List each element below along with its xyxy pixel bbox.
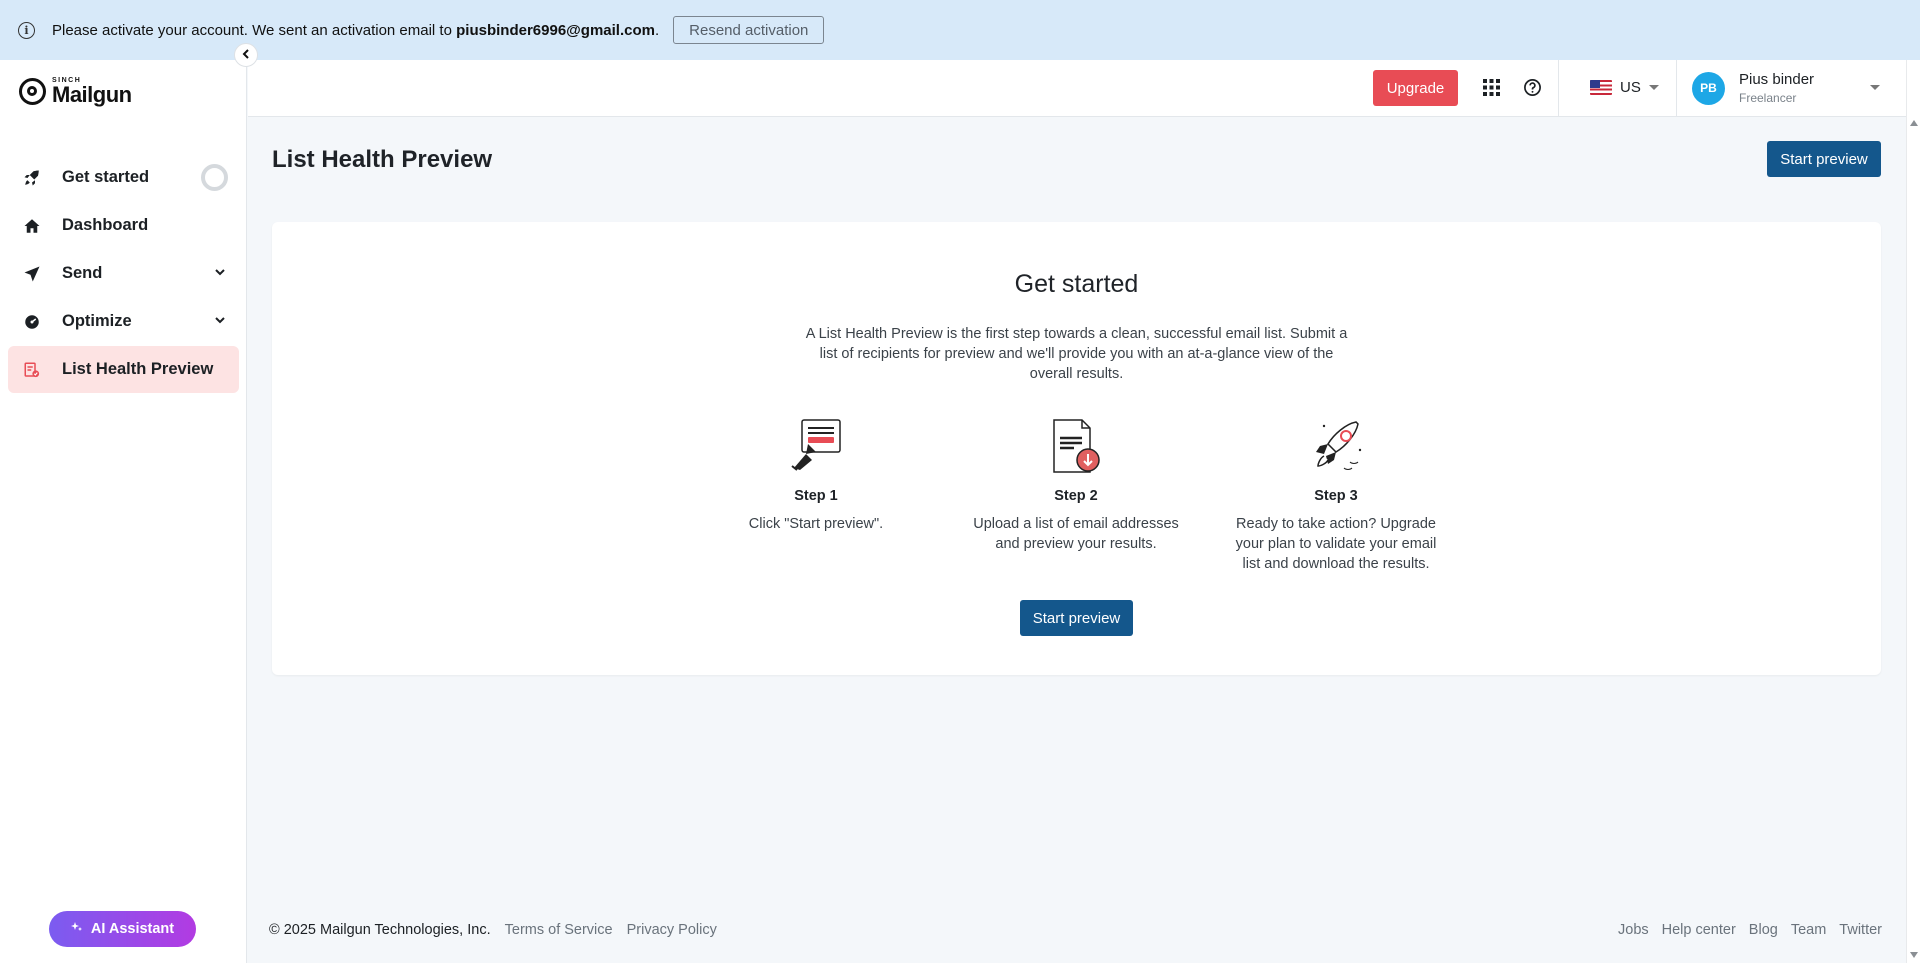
step-1: Step 1 Click "Start preview". (706, 412, 926, 534)
banner-message: Please activate your account. We sent an… (52, 22, 659, 39)
list-health-icon (22, 360, 42, 380)
caret-down-icon (1648, 85, 1659, 90)
topbar-divider (1676, 60, 1677, 117)
sidebar: SINCH Mailgun Get started Dashboard Send (0, 60, 247, 963)
scroll-down-icon[interactable] (1910, 952, 1918, 958)
user-menu[interactable]: PB Pius binder Freelancer (1692, 71, 1814, 105)
start-preview-button[interactable]: Start preview (1767, 141, 1881, 177)
step-name: Step 3 (1314, 488, 1358, 504)
get-started-card: Get started A List Health Preview is the… (272, 222, 1881, 675)
terms-link[interactable]: Terms of Service (505, 922, 613, 938)
upgrade-button[interactable]: Upgrade (1373, 70, 1458, 106)
copyright: © 2025 Mailgun Technologies, Inc. (269, 922, 491, 938)
user-name: Pius binder (1739, 71, 1815, 88)
sidebar-item-list-health-preview[interactable]: List Health Preview (8, 346, 239, 393)
chevron-left-icon (241, 46, 251, 64)
sidebar-item-optimize[interactable]: Optimize (8, 298, 239, 345)
step-description: Upload a list of email addresses and pre… (973, 516, 1179, 552)
collapse-sidebar-button[interactable] (234, 43, 258, 67)
privacy-link[interactable]: Privacy Policy (627, 922, 717, 938)
ai-assistant-button[interactable]: AI Assistant (49, 911, 196, 947)
mailgun-logo-icon (19, 77, 46, 105)
resend-activation-button[interactable]: Resend activation (673, 16, 825, 44)
step-description: Click "Start preview". (748, 516, 884, 532)
card-description: A List Health Preview is the first step … (805, 326, 1348, 382)
user-menu-caret-icon[interactable] (1870, 85, 1880, 90)
us-flag-icon (1590, 80, 1612, 95)
sidebar-item-label: Get started (62, 168, 150, 186)
send-icon (22, 264, 42, 284)
ai-assistant-label: AI Assistant (90, 921, 175, 937)
help-center-link[interactable]: Help center (1662, 922, 1736, 938)
jobs-link[interactable]: Jobs (1618, 922, 1649, 938)
blog-link[interactable]: Blog (1749, 922, 1778, 938)
upload-document-icon (966, 412, 1186, 476)
user-plan: Freelancer (1739, 91, 1797, 105)
step-3: Step 3 Ready to take action? Upgrade you… (1226, 412, 1446, 574)
start-preview-button-card[interactable]: Start preview (1020, 600, 1133, 636)
region-label: US (1620, 79, 1641, 96)
home-icon (22, 216, 42, 236)
twitter-link[interactable]: Twitter (1839, 922, 1882, 938)
top-bar: Upgrade US PB Pius binder Freelancer (248, 60, 1906, 117)
chevron-down-icon[interactable] (213, 265, 227, 284)
chevron-down-icon[interactable] (213, 313, 227, 332)
sparkle-icon (70, 921, 83, 937)
team-link[interactable]: Team (1791, 922, 1826, 938)
page-title: List Health Preview (272, 146, 493, 173)
sidebar-nav: Get started Dashboard Send Optimize List… (8, 154, 239, 394)
sidebar-item-get-started[interactable]: Get started (8, 154, 239, 201)
click-illustration-icon (706, 412, 926, 476)
sidebar-item-label: Send (62, 264, 103, 282)
info-icon: i (18, 21, 35, 39)
step-description: Ready to take action? Upgrade your plan … (1235, 516, 1437, 572)
progress-ring-icon (201, 164, 228, 191)
banner-text: Please activate your account. We sent an… (52, 21, 452, 39)
apps-grid-icon[interactable] (1483, 79, 1500, 101)
banner-email: piusbinder6996@gmail.com (456, 21, 655, 39)
sidebar-item-dashboard[interactable]: Dashboard (8, 202, 239, 249)
scroll-up-icon[interactable] (1910, 120, 1918, 126)
rocket-icon (22, 168, 42, 188)
activation-banner: i Please activate your account. We sent … (0, 0, 1920, 60)
step-name: Step 1 (794, 488, 838, 504)
sidebar-item-send[interactable]: Send (8, 250, 239, 297)
region-selector[interactable]: US (1590, 79, 1659, 96)
help-icon[interactable] (1523, 78, 1542, 102)
banner-period: . (654, 21, 660, 39)
card-title: Get started (1014, 270, 1139, 298)
mailgun-logo[interactable]: SINCH Mailgun (19, 76, 132, 106)
step-name: Step 2 (1054, 488, 1098, 504)
optimize-icon (22, 312, 42, 332)
scrollbar[interactable] (1906, 60, 1920, 963)
rocket-launch-icon (1226, 412, 1446, 476)
footer-right: Jobs Help center Blog Team Twitter (1618, 922, 1882, 938)
topbar-divider (1558, 60, 1559, 117)
footer-left: © 2025 Mailgun Technologies, Inc. Terms … (269, 922, 717, 938)
sidebar-item-label: List Health Preview (62, 360, 214, 378)
logo-mailgun-text: Mailgun (52, 81, 132, 107)
avatar: PB (1692, 71, 1725, 105)
step-2: Step 2 Upload a list of email addresses … (966, 412, 1186, 554)
sidebar-item-label: Optimize (62, 312, 132, 330)
sidebar-item-label: Dashboard (62, 216, 149, 234)
